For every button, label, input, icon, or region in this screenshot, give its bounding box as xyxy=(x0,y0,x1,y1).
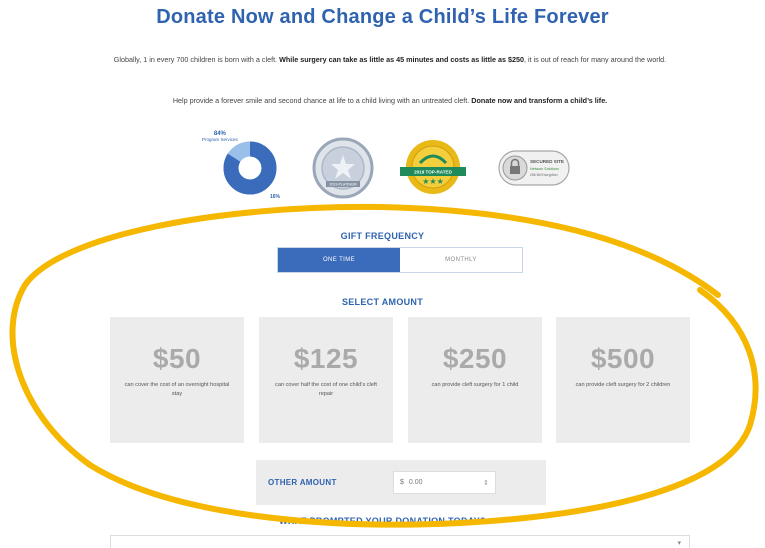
trust-badges: 84% Program Services 16% 2019 PLATINUM 2… xyxy=(0,130,765,205)
secured-site-icon: SECURED SITE Network Solutions 256 Bit E… xyxy=(498,150,570,186)
amount-card-50[interactable]: $50 can cover the cost of an overnight h… xyxy=(110,317,244,443)
guidestar-year: 2019 PLATINUM xyxy=(330,183,357,187)
intro-text: Globally, 1 in every 700 children is bor… xyxy=(113,55,280,64)
amount-description: can cover half the cost of one child’s c… xyxy=(275,382,377,397)
amount-description: can provide cleft surgery for 2 children xyxy=(575,382,671,388)
other-amount-label: OTHER AMOUNT xyxy=(268,478,337,487)
currency-symbol: $ xyxy=(400,479,404,486)
donut-chart-icon xyxy=(223,141,277,195)
amount-value: $50 xyxy=(152,343,202,374)
gift-frequency-heading: GIFT FREQUENCY xyxy=(340,231,425,241)
amount-cards: $50 can cover the cost of an overnight h… xyxy=(110,317,690,443)
chevron-down-icon[interactable]: ▾ xyxy=(677,539,681,547)
intro-text: Help provide a forever smile and second … xyxy=(172,96,472,105)
intro-paragraph-1: Globally, 1 in every 700 children is bor… xyxy=(110,53,670,66)
monthly-option[interactable]: MONTHLY xyxy=(400,248,522,272)
secure-encryption: 256 Bit Encryption xyxy=(530,173,558,177)
gift-frequency-toggle: ONE TIME MONTHLY xyxy=(277,247,523,273)
intro-paragraph-2: Help provide a forever smile and second … xyxy=(110,94,670,107)
select-amount-heading: SELECT AMOUNT xyxy=(341,297,424,307)
intro-bold-text: While surgery can take as little as 45 m… xyxy=(279,55,524,64)
intro-bold-cta: Donate now and transform a child’s life. xyxy=(471,96,608,105)
top-rated-seal-icon: 2019 TOP-RATED ★★★ xyxy=(400,140,466,194)
other-amount-panel: OTHER AMOUNT $ 0.00 ⇕ xyxy=(256,460,546,505)
svg-text:★★★: ★★★ xyxy=(422,177,444,186)
amount-card-125[interactable]: $125 can cover half the cost of one chil… xyxy=(259,317,393,443)
one-time-option[interactable]: ONE TIME xyxy=(278,248,400,272)
donation-prompt-heading: WHAT PROMPTED YOUR DONATION TODAY? xyxy=(279,516,486,526)
guidestar-seal-icon: 2019 PLATINUM xyxy=(312,137,374,199)
amount-value: $250 xyxy=(442,343,508,374)
donation-prompt-select[interactable]: ▾ xyxy=(110,535,690,548)
top-rated-label: 2019 TOP-RATED xyxy=(414,170,453,175)
intro-text-end: , it is out of reach for many around the… xyxy=(523,55,667,64)
amount-value: $125 xyxy=(293,343,359,374)
amount-card-250[interactable]: $250 can provide cleft surgery for 1 chi… xyxy=(408,317,542,443)
amount-description: can provide cleft surgery for 1 child xyxy=(431,382,519,388)
donut-bottom-pct: 16% xyxy=(270,194,281,200)
amount-value: $500 xyxy=(590,343,656,374)
stepper-icon[interactable]: ⇕ xyxy=(483,479,489,487)
other-amount-input[interactable]: $ 0.00 ⇕ xyxy=(393,471,496,494)
other-amount-value: 0.00 xyxy=(408,479,423,486)
secure-title: SECURED SITE xyxy=(530,159,564,164)
page-title: Donate Now and Change a Child’s Life For… xyxy=(156,6,609,28)
program-services-donut: 84% Program Services 16% xyxy=(200,130,280,205)
secure-provider: Network Solutions xyxy=(530,167,559,171)
amount-card-500[interactable]: $500 can provide cleft surgery for 2 chi… xyxy=(556,317,690,443)
amount-description: can cover the cost of an overnight hospi… xyxy=(124,382,230,397)
